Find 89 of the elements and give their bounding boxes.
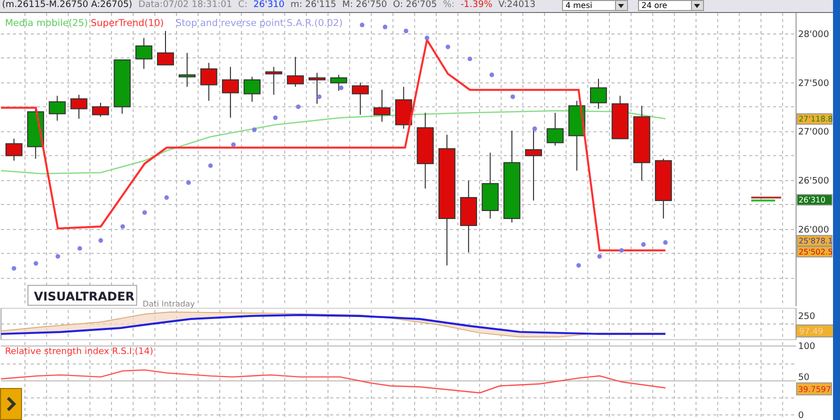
dropdown-arrow-icon[interactable]	[694, 4, 700, 8]
candlestick	[374, 89, 390, 122]
sar-dot	[490, 72, 494, 78]
price-marker-icon	[751, 196, 782, 202]
sar-dot	[446, 44, 450, 50]
close-value: 26'310	[253, 0, 284, 12]
candlestick	[286, 56, 304, 88]
candlestick	[546, 112, 564, 146]
rsi-badge: 39.7597	[796, 382, 832, 396]
sar-dot	[424, 36, 430, 40]
sar-dot	[78, 246, 82, 251]
candlestick	[590, 78, 607, 110]
sar-dot	[510, 94, 516, 100]
sar-dot	[186, 180, 191, 185]
oscillator-axis-label: 250	[798, 312, 816, 322]
legend-label: Stop and reverse point S.A.R.(0.02)	[176, 18, 343, 29]
candlestick	[395, 86, 412, 130]
sar-dot	[120, 224, 125, 229]
sar-dot	[231, 142, 236, 147]
sar-dot	[273, 115, 278, 120]
percent-value: -1.39%	[460, 0, 492, 12]
candlestick	[352, 82, 369, 116]
candlestick	[70, 94, 88, 120]
price-axis-label: 26'500	[798, 176, 830, 187]
candlestick	[222, 66, 239, 118]
sar-dot	[208, 163, 213, 168]
rsi-axis-label: 0	[798, 411, 804, 420]
source-label: Dati Intraday	[142, 299, 195, 308]
candlestick	[612, 95, 629, 140]
dropdown-arrow-icon[interactable]	[618, 4, 624, 8]
sar-dot	[252, 127, 257, 132]
candlestick	[114, 59, 131, 114]
sar-dot	[12, 266, 16, 271]
period-dropdown[interactable]: 24 ore	[638, 0, 704, 12]
min-text: m: 26'115	[290, 0, 336, 12]
candlestick	[135, 37, 152, 70]
sar-dot	[404, 28, 408, 34]
sar-dot	[382, 24, 388, 30]
sar-dot	[34, 261, 38, 266]
expand-button[interactable]	[0, 388, 22, 420]
sar-dot	[597, 254, 602, 259]
rsi-axis-label: 50	[798, 373, 810, 384]
volume-text: V:24013	[498, 0, 536, 12]
sar-dot	[663, 240, 668, 245]
candlestick	[92, 102, 110, 118]
candlestick	[200, 62, 218, 102]
price-axis-label: 27'000	[798, 128, 830, 138]
candlestick	[482, 152, 499, 219]
candlestick	[178, 52, 196, 88]
sar-dot	[98, 238, 104, 243]
date-text: Data:07/02 18:31:01	[138, 0, 232, 12]
candlestick	[27, 108, 44, 160]
legend-label: Media mobile(25)	[4, 18, 88, 29]
candlestick	[48, 95, 66, 122]
candlestick	[308, 72, 326, 104]
close-label: C:	[238, 0, 248, 12]
candlestick	[330, 74, 348, 92]
oscillator-badge: 97.49	[796, 324, 833, 338]
sar-dot	[164, 195, 169, 200]
sar-dot	[338, 86, 344, 90]
candlestick	[568, 100, 586, 172]
price-axis-label: 26'000	[798, 225, 830, 236]
percent-label: %:	[442, 0, 455, 12]
candlestick	[157, 30, 174, 66]
sar-dot	[296, 104, 301, 110]
candlestick	[5, 138, 22, 162]
price-axis-label: 27'500	[798, 78, 830, 89]
sar-dot	[142, 210, 147, 215]
sar-dot	[619, 248, 624, 253]
legend-label: SuperTrend(10)	[90, 18, 164, 29]
sar-dot	[316, 94, 322, 100]
sar-dot	[641, 242, 646, 247]
open-text: O: 26'705	[393, 0, 437, 12]
sar-dot	[576, 263, 581, 268]
candlestick	[654, 158, 672, 219]
range-text: (m.26115-M.26750 A:26705)	[2, 0, 132, 12]
max-text: M: 26'750	[342, 0, 388, 12]
sar-dot	[468, 56, 472, 62]
sar-dot	[360, 22, 364, 28]
chevron-right-icon	[6, 397, 16, 411]
candlestick	[244, 76, 261, 102]
sar-dot	[532, 126, 538, 131]
price-axis-label: 28'000	[798, 30, 830, 40]
period-dropdown[interactable]: 4 mesi	[562, 0, 628, 12]
logo-box: VISUALTRADER	[27, 284, 138, 306]
candlestick	[265, 66, 282, 96]
rsi-axis-label: 100	[798, 342, 816, 352]
rsi-title: Relative strength index R.S.I.(14)	[4, 347, 154, 358]
sar-dot	[56, 254, 60, 259]
